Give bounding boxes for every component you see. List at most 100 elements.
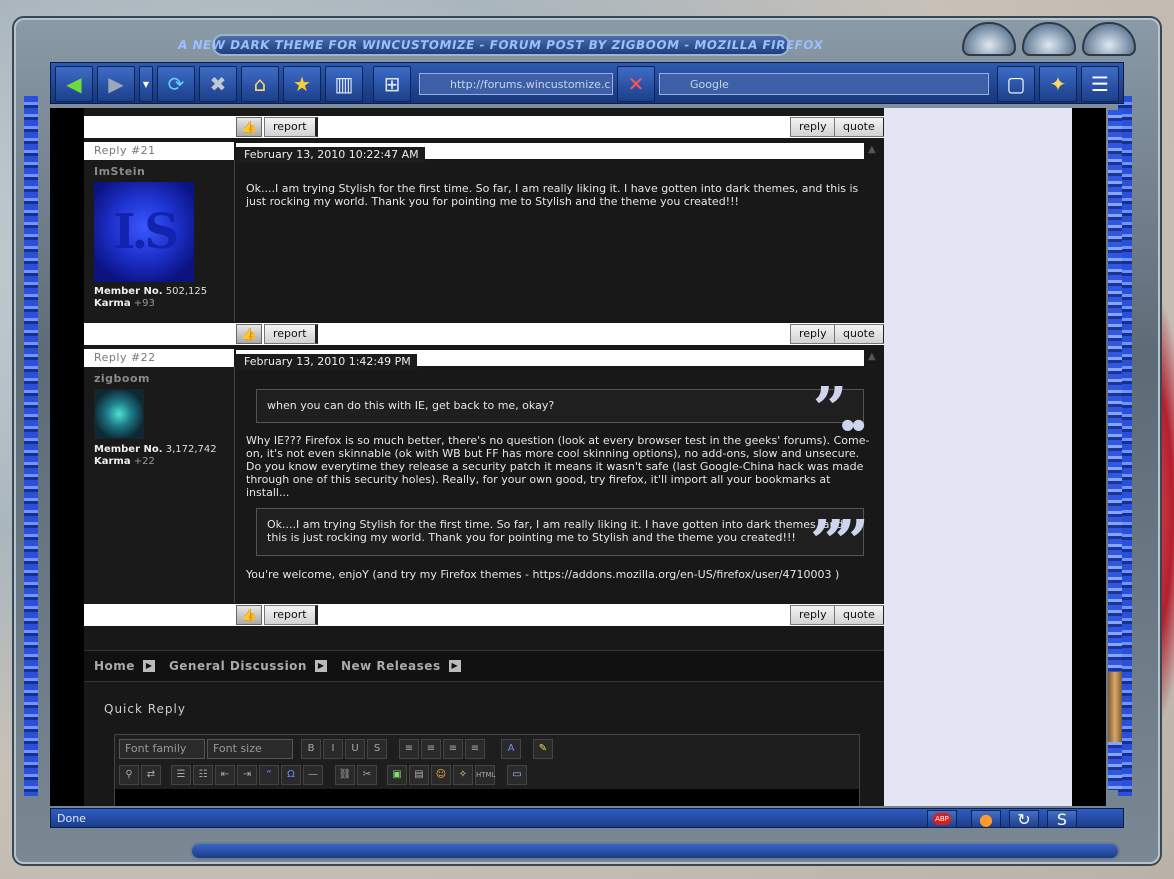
quote-button[interactable]: quote — [834, 324, 886, 344]
forward-button[interactable]: ▶ — [97, 66, 135, 102]
back-button[interactable]: ◀ — [55, 66, 93, 102]
text-color-icon[interactable]: A — [501, 739, 521, 759]
addon-button[interactable]: ✦ — [1039, 66, 1077, 102]
report-button[interactable]: report — [264, 117, 318, 137]
scrollbar-thumb[interactable] — [1108, 672, 1122, 742]
strikethrough-icon[interactable]: S — [367, 739, 387, 759]
bookmark-star-button[interactable]: ★ — [283, 66, 321, 102]
thumbs-up-button[interactable]: 👍 — [236, 117, 262, 137]
bookmarks-icon: ▥ — [334, 72, 354, 96]
column-divider — [234, 160, 235, 322]
username[interactable]: ImStein — [94, 165, 145, 178]
scroll-top-icon[interactable]: ▲ — [868, 144, 880, 155]
scroll-top-icon[interactable]: ▲ — [868, 351, 880, 362]
highlight-icon[interactable]: ✎ — [533, 739, 553, 759]
align-justify-icon[interactable]: ≡ — [465, 739, 485, 759]
member-no: 502,125 — [165, 286, 208, 297]
chevron-right-icon: ▶ — [314, 660, 327, 672]
quote-button[interactable]: quote — [834, 605, 886, 625]
post-actions-bar: 👍 report reply quote — [84, 604, 886, 626]
cleanup-icon[interactable]: ✧ — [453, 765, 473, 785]
numbered-list-icon[interactable]: ☷ — [193, 765, 213, 785]
align-left-icon[interactable]: ≡ — [399, 739, 419, 759]
thumbs-up-button[interactable]: 👍 — [236, 324, 262, 344]
reply-button[interactable]: reply — [790, 117, 838, 137]
reply-number[interactable]: Reply #22 — [84, 349, 234, 367]
font-family-select[interactable]: Font family — [119, 739, 205, 759]
bold-icon[interactable]: B — [301, 739, 321, 759]
member-info: Member No. 502,125 Karma +93 — [94, 286, 207, 310]
history-dropdown-button[interactable]: ▼ — [139, 66, 153, 102]
chevron-right-icon: ▶ — [142, 660, 155, 672]
indent-icon[interactable]: ⇥ — [237, 765, 257, 785]
quote-mark-icon: ”.. — [812, 375, 869, 445]
frame-left-rail — [24, 96, 38, 796]
post-actions-bar: 👍 report reply quote — [84, 323, 886, 345]
quote-block: when you can do this with IE, get back t… — [256, 380, 869, 440]
member-no-label: Member No. — [94, 444, 163, 455]
reply-button[interactable]: reply — [790, 324, 838, 344]
reload-button[interactable]: ⟳ — [157, 66, 195, 102]
search-bar[interactable]: Google — [659, 73, 989, 95]
replace-icon[interactable]: ⇄ — [141, 765, 161, 785]
outdent-icon[interactable]: ⇤ — [215, 765, 235, 785]
firefox-status-button[interactable]: ● — [971, 810, 1001, 829]
unlink-icon[interactable]: ✂ — [357, 765, 377, 785]
special-char-icon[interactable]: Ω — [281, 765, 301, 785]
image-icon[interactable]: ▣ — [387, 765, 407, 785]
quote-button[interactable]: quote — [834, 117, 886, 137]
address-bar[interactable]: http://forums.wincustomize.c — [419, 73, 613, 95]
stop-button[interactable]: ✖ — [199, 66, 237, 102]
blockquote-icon[interactable]: “ — [259, 765, 279, 785]
bullet-list-icon[interactable]: ☰ — [171, 765, 191, 785]
thumbs-up-icon: 👍 — [241, 608, 257, 622]
adblock-status-button[interactable]: ABP — [927, 810, 957, 828]
fullscreen-button[interactable]: ▢ — [997, 66, 1035, 102]
html-source-icon[interactable]: HTML — [475, 765, 495, 785]
thumbs-up-button[interactable]: 👍 — [236, 605, 262, 625]
column-divider — [234, 367, 235, 603]
post-body: You're welcome, enjoY (and try my Firefo… — [246, 568, 840, 581]
reply-textarea[interactable] — [115, 789, 859, 806]
align-right-icon[interactable]: ≡ — [443, 739, 463, 759]
sync-status-button[interactable]: ↻ — [1009, 810, 1039, 829]
report-button[interactable]: report — [264, 605, 318, 625]
clear-button[interactable]: ✕ — [617, 66, 655, 102]
maximize-button[interactable] — [1022, 22, 1076, 56]
avatar[interactable] — [94, 389, 144, 439]
reply-number[interactable]: Reply #21 — [84, 142, 234, 160]
breadcrumb-general-discussion[interactable]: General Discussion — [169, 659, 307, 673]
status-text: Done — [57, 812, 86, 825]
minimize-button[interactable] — [962, 22, 1016, 56]
post-body: Why IE??? Firefox is so much better, the… — [246, 434, 870, 499]
horizontal-rule-icon[interactable]: — — [303, 765, 323, 785]
avatar[interactable]: I.S — [94, 182, 194, 282]
italic-icon[interactable]: I — [323, 739, 343, 759]
home-button[interactable]: ⌂ — [241, 66, 279, 102]
align-center-icon[interactable]: ≡ — [421, 739, 441, 759]
stylish-status-button[interactable]: S — [1047, 809, 1077, 829]
emoticon-icon[interactable]: ☺ — [431, 765, 451, 785]
media-icon[interactable]: ▤ — [409, 765, 429, 785]
link-icon[interactable]: ⛓ — [335, 765, 355, 785]
post-date-bar: February 13, 2010 1:42:49 PM — [236, 350, 864, 370]
username[interactable]: zigboom — [94, 372, 150, 385]
member-no-label: Member No. — [94, 286, 163, 297]
chevron-right-icon: ▶ — [448, 660, 461, 672]
find-icon[interactable]: ⚲ — [119, 765, 139, 785]
breadcrumb-new-releases[interactable]: New Releases — [341, 659, 441, 673]
title-bar[interactable]: A new dark theme for WinCustomize - Foru… — [177, 34, 825, 56]
menu-button[interactable]: ☰ — [1081, 66, 1119, 102]
post-body: Ok....I am trying Stylish for the first … — [246, 182, 859, 208]
window-title: A new dark theme for WinCustomize - Foru… — [177, 38, 825, 52]
breadcrumb-home[interactable]: Home — [94, 659, 135, 673]
report-button[interactable]: report — [264, 324, 318, 344]
font-size-select[interactable]: Font size — [207, 739, 293, 759]
bookmarks-button[interactable]: ▥ — [325, 66, 363, 102]
stylish-icon: S — [1056, 809, 1068, 829]
close-button[interactable] — [1082, 22, 1136, 56]
reply-button[interactable]: reply — [790, 605, 838, 625]
preview-icon[interactable]: ▭ — [507, 765, 527, 785]
underline-icon[interactable]: U — [345, 739, 365, 759]
new-tab-button[interactable]: ⊞ — [373, 66, 411, 102]
